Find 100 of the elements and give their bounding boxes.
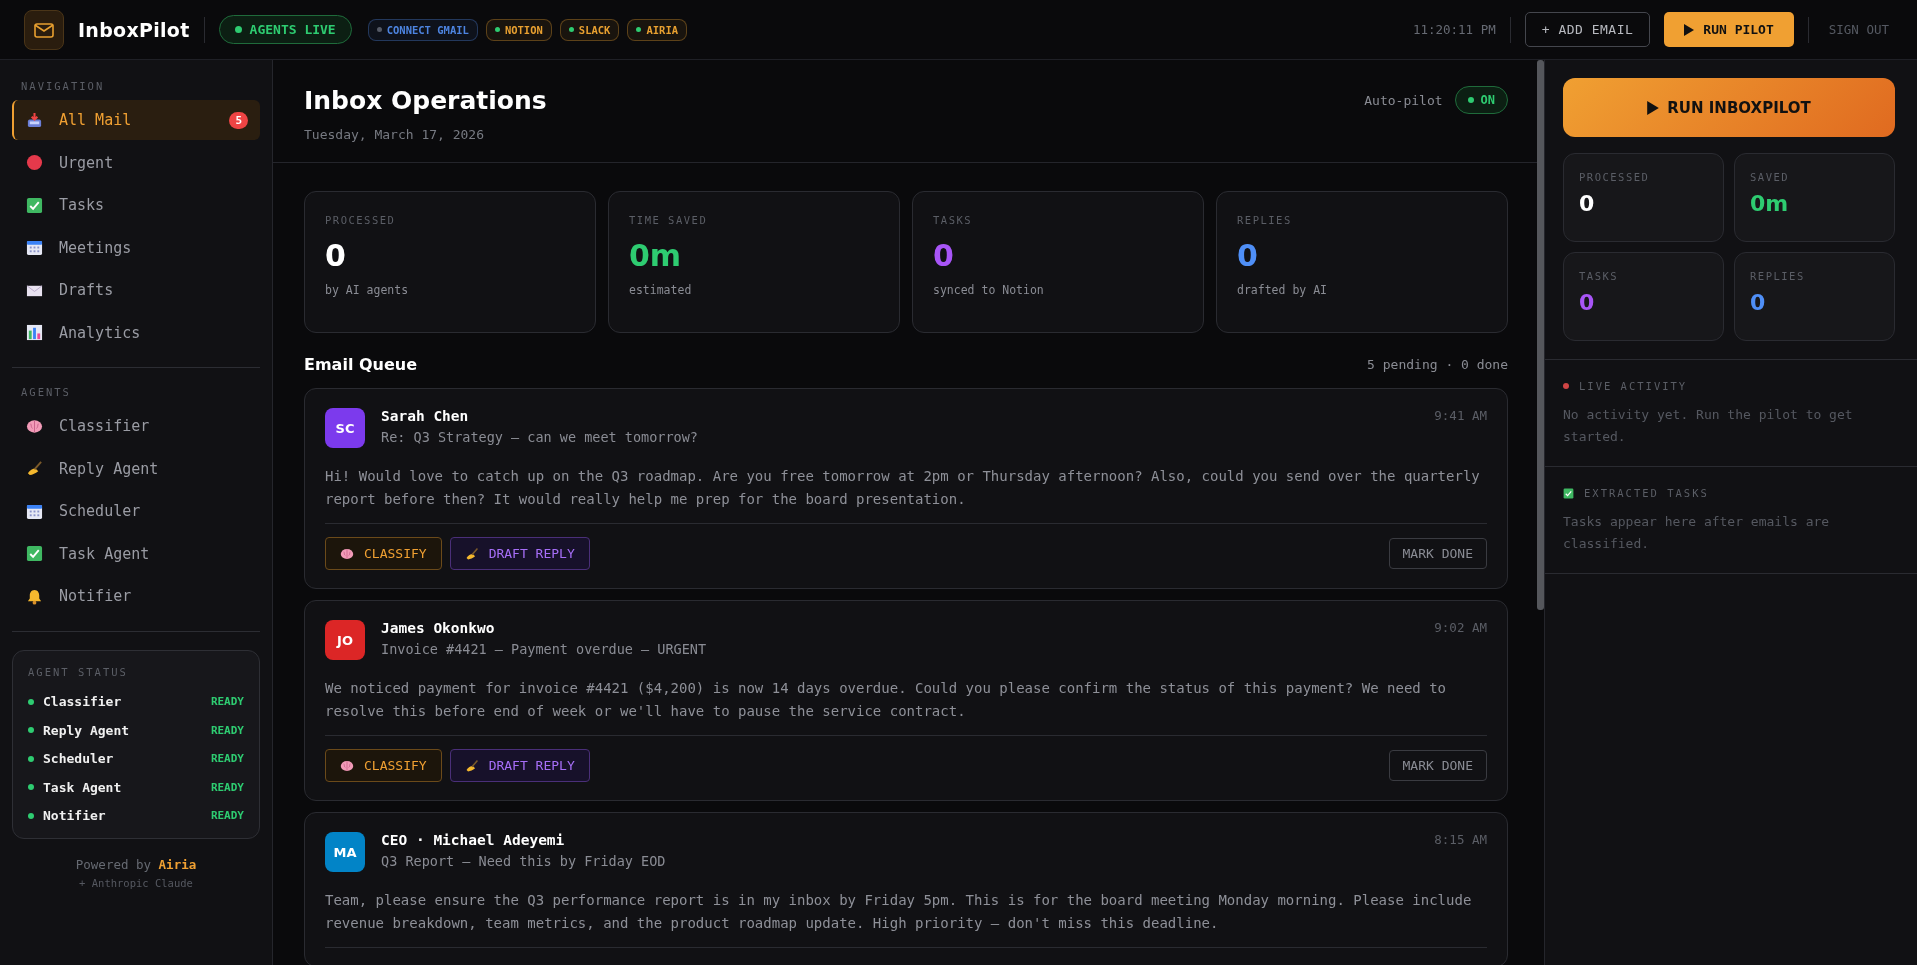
agent-item[interactable]: Notifier bbox=[12, 576, 260, 616]
run-inboxpilot-button[interactable]: RUN INBOXPILOT bbox=[1563, 78, 1895, 137]
nav-item[interactable]: Tasks bbox=[12, 185, 260, 225]
section-heading: NAVIGATION bbox=[20, 80, 106, 94]
empty-state-text: Tasks appear here after emails are classified. bbox=[1563, 513, 1831, 553]
page-title: Inbox Operations bbox=[304, 86, 547, 115]
queue-count: 5 pending · 0 done bbox=[1367, 357, 1508, 372]
scrollbar[interactable] bbox=[1537, 60, 1544, 610]
mark-done-button[interactable]: MARK DONE bbox=[1388, 750, 1487, 781]
nav-item[interactable]: Drafts bbox=[12, 270, 260, 310]
brain-icon bbox=[340, 546, 354, 561]
status-label: READY bbox=[210, 695, 244, 709]
agents-live-badge: AGENTS LIVE bbox=[218, 15, 352, 44]
agent-item[interactable]: Classifier bbox=[12, 406, 260, 446]
status-label: READY bbox=[210, 780, 244, 794]
avatar: SC bbox=[325, 408, 365, 448]
avatar: MA bbox=[325, 832, 365, 872]
brain-icon bbox=[26, 417, 43, 435]
status-label: READY bbox=[210, 752, 244, 766]
email-card[interactable] bbox=[304, 812, 1508, 965]
email-subject: Q3 Report — Need this by Friday EOD bbox=[381, 853, 667, 869]
avatar: JO bbox=[325, 620, 365, 660]
agent-item[interactable]: Scheduler bbox=[12, 491, 260, 531]
stat-caption: synced to Notion bbox=[933, 283, 1045, 297]
run-pilot-button[interactable]: RUN PILOT bbox=[1664, 12, 1794, 47]
add-email-button[interactable]: + ADD EMAIL bbox=[1524, 12, 1651, 47]
email-subject: Re: Q3 Strategy — can we meet tomorrow? bbox=[381, 429, 699, 445]
stat-caption: drafted by AI bbox=[1237, 283, 1328, 297]
email-time: 9:02 AM bbox=[1434, 620, 1487, 637]
live-dot-icon bbox=[1563, 383, 1569, 389]
section-heading: EXTRACTED TASKS bbox=[1584, 487, 1709, 499]
stat-value: 0m bbox=[1750, 191, 1790, 216]
agent-item[interactable]: Task Agent bbox=[12, 533, 260, 574]
count-badge: 5 bbox=[229, 111, 248, 129]
bell-icon bbox=[26, 587, 43, 605]
email-body: We noticed payment for invoice #4421 ($4,200) is now 14 days overdue. Could you please confirm the status of this payment? We need to resolve this before end of week or we'll have to pause the service contract. bbox=[325, 679, 1448, 721]
stat-value: 0 bbox=[933, 238, 955, 273]
agent-name: Task Agent bbox=[43, 779, 123, 795]
autopilot-label: Auto-pilot bbox=[1364, 92, 1443, 108]
stat-value: 0 bbox=[325, 238, 347, 273]
stat-label: TASKS bbox=[933, 214, 974, 226]
status-label: READY bbox=[210, 723, 244, 737]
stat-label: PROCESSED bbox=[1579, 171, 1651, 183]
stat-label: TIME SAVED bbox=[629, 214, 709, 226]
checkbox-icon bbox=[1563, 487, 1574, 499]
sender-name: CEO · Michael Adeyemi bbox=[381, 832, 566, 848]
stat-label: TASKS bbox=[1579, 270, 1620, 282]
stat-label: REPLIES bbox=[1750, 270, 1806, 282]
agent-name: Reply Agent bbox=[43, 722, 131, 738]
email-body: Team, please ensure the Q3 performance report is in my inbox by Friday 5pm. This is for the board meeting Monday morning. Please include revenue breakdown, team metrics, and the product roadmap update. High priority — don't miss this deadline. bbox=[325, 891, 1473, 933]
queue-title: Email Queue bbox=[304, 355, 418, 374]
autopilot-toggle[interactable]: ON bbox=[1454, 86, 1508, 114]
play-icon bbox=[1684, 23, 1695, 36]
agent-name: Notifier bbox=[43, 808, 107, 824]
email-card[interactable] bbox=[304, 388, 1508, 589]
agent-name: Classifier bbox=[43, 694, 123, 710]
status-label: READY bbox=[210, 809, 244, 823]
nav-item[interactable]: Urgent bbox=[12, 142, 260, 183]
calendar-icon bbox=[26, 239, 43, 256]
empty-state-text: No activity yet. Run the pilot to get started. bbox=[1563, 406, 1854, 446]
email-time: 9:41 AM bbox=[1434, 408, 1487, 425]
nav-item[interactable]: Meetings bbox=[12, 227, 260, 268]
stat-label: SAVED bbox=[1750, 171, 1791, 183]
play-icon bbox=[1647, 100, 1660, 115]
bar-chart-icon bbox=[26, 324, 43, 341]
nav-item[interactable]: Analytics bbox=[12, 312, 260, 353]
stat-caption: by AI agents bbox=[325, 283, 410, 297]
stat-value: 0 bbox=[1579, 290, 1596, 315]
logo-icon bbox=[24, 9, 64, 50]
brain-icon bbox=[340, 758, 354, 773]
sender-name: James Okonkwo bbox=[381, 620, 496, 636]
integration-chip[interactable]: SLACK bbox=[559, 18, 620, 41]
classify-button[interactable]: CLASSIFY bbox=[325, 749, 442, 782]
card-heading: AGENT STATUS bbox=[28, 665, 129, 678]
inbox-tray-icon bbox=[26, 111, 43, 129]
powered-by-subtext: + Anthropic Claude bbox=[78, 877, 194, 889]
agent-name: Scheduler bbox=[43, 751, 115, 767]
stat-label: PROCESSED bbox=[325, 214, 397, 226]
page-date: Tuesday, March 17, 2026 bbox=[304, 127, 485, 142]
draft-reply-button[interactable]: DRAFT REPLY bbox=[449, 537, 590, 570]
integration-chip[interactable]: CONNECT GMAIL bbox=[367, 18, 478, 41]
classify-button[interactable]: CLASSIFY bbox=[325, 537, 442, 570]
agent-item[interactable]: Reply Agent bbox=[12, 448, 260, 489]
email-body: Hi! Would love to catch up on the Q3 roadmap. Are you free tomorrow at 2pm or Thursday afternoon? Also, could you send over the quarterly report before then? It would really help me prep for the board presentation. bbox=[325, 467, 1481, 509]
clock-time: 11:20:11 PM bbox=[1412, 22, 1496, 37]
stat-value: 0m bbox=[629, 238, 683, 273]
stat-caption: estimated bbox=[629, 283, 693, 297]
email-card[interactable] bbox=[304, 600, 1508, 801]
draft-reply-button[interactable]: DRAFT REPLY bbox=[449, 749, 590, 782]
checkbox-icon bbox=[26, 196, 43, 214]
integration-chip[interactable]: NOTION bbox=[485, 18, 552, 41]
checkbox-icon bbox=[26, 545, 43, 562]
calendar-icon bbox=[26, 502, 43, 520]
integration-chip[interactable]: AIRIA bbox=[627, 18, 688, 41]
nav-item[interactable]: All Mail 5 bbox=[12, 100, 260, 140]
stat-value: 0 bbox=[1237, 238, 1259, 273]
mark-done-button[interactable]: MARK DONE bbox=[1388, 538, 1487, 569]
email-subject: Invoice #4421 — Payment overdue — URGENT bbox=[381, 641, 708, 657]
powered-by-text: Powered by Airia bbox=[74, 857, 198, 872]
brand-name: InboxPilot bbox=[78, 18, 190, 41]
